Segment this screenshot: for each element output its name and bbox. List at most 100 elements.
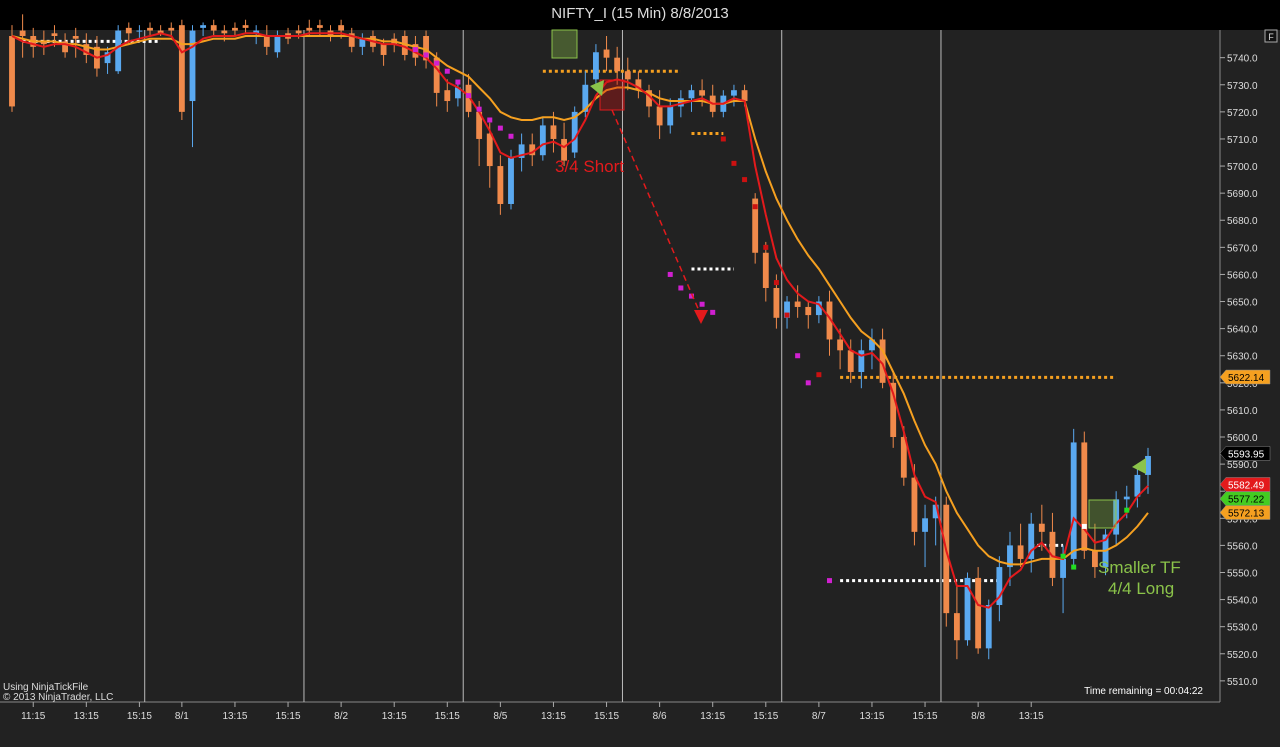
candle-body	[1060, 558, 1066, 578]
candle-body	[911, 477, 918, 532]
price-tick-label: 5650.0	[1227, 298, 1258, 309]
signal-dot	[816, 372, 822, 378]
time-tick-label: 13:15	[541, 711, 566, 722]
price-tick-label: 5530.0	[1227, 623, 1258, 634]
price-marker-label: 5572.13	[1228, 509, 1265, 520]
long-annotation-line2: 4/4 Long	[1108, 579, 1174, 598]
signal-dot	[455, 79, 461, 85]
time-axis-background	[0, 702, 1280, 747]
price-tick-label: 5540.0	[1227, 596, 1258, 607]
candle-body	[762, 252, 769, 288]
price-tick-label: 5520.0	[1227, 650, 1258, 661]
signal-dot	[795, 353, 801, 359]
candle-body	[1123, 496, 1130, 500]
candle-body	[147, 27, 153, 31]
signal-dot	[720, 136, 726, 142]
time-tick-label: 13:15	[700, 711, 725, 722]
time-tick-label: 13:15	[382, 711, 407, 722]
price-tick-label: 5740.0	[1227, 54, 1258, 65]
signal-dot	[742, 177, 748, 183]
candle-body	[847, 350, 854, 372]
price-marker-label: 5577.22	[1228, 495, 1265, 506]
price-tick-label: 5660.0	[1227, 270, 1258, 281]
candle-body	[210, 25, 217, 31]
candle-body	[263, 36, 270, 47]
candle-body	[837, 339, 844, 351]
price-tick-label: 5720.0	[1227, 108, 1258, 119]
candle-body	[242, 25, 249, 28]
price-tick-label: 5510.0	[1227, 677, 1258, 688]
panel-button-label: F	[1268, 32, 1274, 42]
signal-dot	[731, 160, 737, 166]
time-remaining: Time remaining = 00:04:22	[1084, 686, 1203, 697]
price-tick-label: 5690.0	[1227, 189, 1258, 200]
candle-body	[1081, 442, 1088, 551]
plot-background	[0, 30, 1220, 702]
signal-dot	[466, 93, 472, 99]
candle-body	[200, 25, 207, 28]
candlestick-chart[interactable]: 3/4 Short Smaller TF 4/4 Long 5510.0 5520…	[0, 0, 1280, 747]
candle-body	[19, 30, 26, 36]
signal-dot	[667, 271, 673, 277]
signal-dot	[1081, 523, 1087, 529]
price-tick-label: 5730.0	[1227, 81, 1258, 92]
signal-dot	[763, 244, 769, 250]
time-tick-label: 15:15	[753, 711, 778, 722]
time-tick-label: 8/7	[812, 711, 826, 722]
price-tick-label: 5600.0	[1227, 433, 1258, 444]
price-marker-label: 5582.49	[1228, 480, 1265, 491]
candle-body	[858, 350, 865, 372]
signal-dot	[423, 52, 429, 58]
signal-dot	[444, 68, 450, 74]
candle-body	[168, 27, 175, 31]
time-tick-label: 8/1	[175, 711, 189, 722]
signal-dot	[773, 280, 779, 286]
candle-body	[51, 33, 58, 36]
price-tick-label: 5630.0	[1227, 352, 1258, 363]
candle-body	[1070, 442, 1077, 559]
candle-body	[295, 30, 302, 34]
candle-body	[985, 605, 992, 649]
long-signal-box-bottom	[1088, 499, 1117, 529]
candle-body	[953, 613, 960, 641]
time-tick-label: 15:15	[435, 711, 460, 722]
candle-body	[667, 106, 674, 126]
time-tick-label: 15:15	[276, 711, 301, 722]
candle-body	[338, 25, 345, 31]
signal-dot	[752, 204, 758, 210]
candle-body	[731, 90, 737, 96]
price-tick-label: 5590.0	[1227, 460, 1258, 471]
signal-dot	[487, 117, 493, 123]
time-tick-label: 15:15	[127, 711, 152, 722]
time-tick-label: 8/6	[653, 711, 667, 722]
candle-body	[316, 25, 323, 28]
signal-dot	[826, 578, 832, 584]
candle-body	[975, 577, 982, 649]
candle-body	[593, 52, 599, 80]
candle-body	[922, 518, 928, 532]
candle-body	[9, 36, 15, 107]
price-tick-label: 5670.0	[1227, 243, 1258, 254]
signal-dot	[1060, 553, 1066, 559]
candle-body	[773, 287, 780, 318]
time-tick-label: 8/2	[334, 711, 348, 722]
candle-body	[1091, 550, 1098, 568]
time-tick-label: 11:15	[21, 711, 46, 722]
candle-body	[72, 36, 79, 39]
time-tick-label: 15:15	[594, 711, 619, 722]
time-tick-label: 13:15	[222, 711, 247, 722]
signal-dot	[434, 60, 440, 66]
price-tick-label: 5710.0	[1227, 135, 1258, 146]
signal-dot	[1124, 507, 1130, 513]
candle-body	[794, 301, 801, 307]
long-annotation-line1: Smaller TF	[1098, 558, 1181, 577]
signal-dot	[805, 380, 811, 386]
candle-body	[221, 30, 228, 34]
price-tick-label: 5700.0	[1227, 162, 1258, 173]
candle-body	[603, 49, 610, 58]
candle-body	[508, 157, 514, 204]
short-annotation: 3/4 Short	[555, 157, 624, 176]
time-tick-label: 15:15	[913, 711, 938, 722]
short-signal-box	[599, 79, 625, 111]
signal-dot	[497, 125, 503, 131]
